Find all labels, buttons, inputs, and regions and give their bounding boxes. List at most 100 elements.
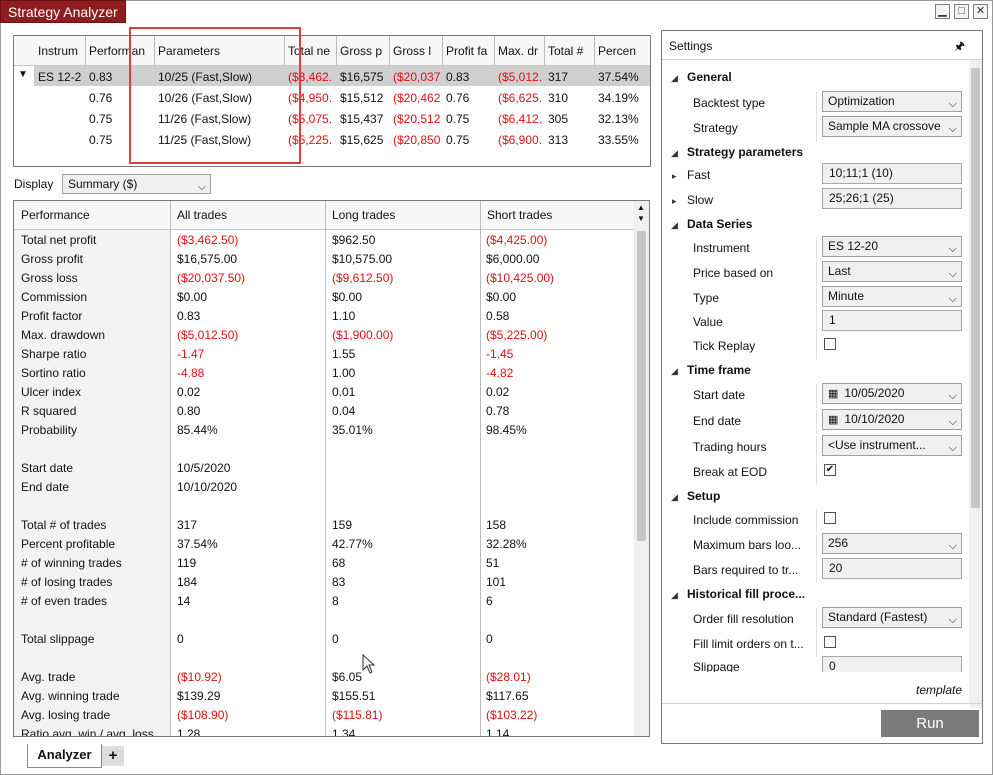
summary-all-trades: ($10.92): [177, 670, 222, 684]
summary-long-trades: ($115.81): [332, 708, 383, 722]
maximize-icon[interactable]: □: [954, 4, 969, 19]
summary-row: # of even trades 14 8 6: [14, 593, 634, 612]
collapse-arrow-icon[interactable]: ◢: [671, 148, 678, 159]
grid-cell-gross-loss: ($20,462: [393, 91, 440, 105]
slow-field[interactable]: 25;26;1 (25): [822, 188, 962, 209]
grid-column-header[interactable]: Percen: [598, 44, 648, 58]
summary-row-label: Sortino ratio: [21, 366, 86, 380]
scroll-up-icon[interactable]: ▲: [637, 203, 645, 212]
grid-cell-max-dd: ($5,012.: [498, 70, 542, 84]
pin-icon[interactable]: 🖈: [954, 37, 965, 58]
summary-short-trades: 0.02: [486, 385, 510, 399]
grid-row[interactable]: 0.76 10/26 (Fast,Slow) ($4,950. $15,512 ($20…: [14, 87, 650, 108]
summary-row: Commission $0.00 $0.00 $0.00: [14, 289, 634, 308]
collapse-arrow-icon[interactable]: ◢: [671, 220, 678, 231]
value-field[interactable]: 1: [822, 310, 962, 331]
optimization-results-grid: Instrum Performan Parameters Total ne Gross …: [13, 35, 651, 167]
grid-column-header[interactable]: Profit fa: [446, 44, 492, 58]
minimize-icon[interactable]: ▁: [935, 4, 950, 19]
summary-column-header[interactable]: All trades: [177, 208, 227, 222]
summary-row: Percent profitable 37.54% 42.77% 32.28%: [14, 536, 634, 555]
section-time-frame[interactable]: Time frame: [687, 363, 751, 377]
grid-cell-gross-loss: ($20,037: [393, 70, 440, 84]
slippage-row-clip: Slippage 0: [662, 655, 968, 672]
summary-short-trades: -4.82: [486, 366, 514, 380]
include-commission-checkbox[interactable]: [824, 512, 836, 524]
slippage-field[interactable]: 0: [822, 656, 962, 672]
chevron-down-icon: ⌵: [948, 268, 957, 280]
summary-column-header[interactable]: Long trades: [332, 208, 395, 222]
summary-short-trades: $0.00: [486, 290, 517, 304]
section-strategy-parameters[interactable]: Strategy parameters: [687, 145, 803, 159]
field-divider: [816, 92, 817, 116]
summary-row-label: R squared: [21, 404, 77, 418]
summary-column-header[interactable]: Short trades: [487, 208, 552, 222]
scroll-down-icon[interactable]: ▼: [637, 214, 645, 223]
grid-column-header[interactable]: Instrum: [38, 44, 83, 58]
field-divider: [816, 287, 817, 311]
collapse-arrow-icon[interactable]: ◢: [671, 73, 678, 84]
grid-row[interactable]: 0.75 11/25 (Fast,Slow) ($5,225. $15,625 ($20…: [14, 129, 650, 150]
section-data-series[interactable]: Data Series: [687, 217, 752, 231]
fast-field[interactable]: 10;11;1 (10): [822, 163, 962, 184]
grid-column-header[interactable]: Gross l: [393, 44, 440, 58]
calendar-icon: ▦: [828, 388, 839, 400]
end-date-picker[interactable]: ▦ 10/10/2020 ⌵: [822, 409, 962, 430]
tick-replay-checkbox[interactable]: [824, 338, 836, 350]
summary-column-header[interactable]: Performance: [21, 208, 90, 222]
break-at-eod-checkbox[interactable]: ✔: [824, 464, 836, 476]
start-date-picker[interactable]: ▦ 10/05/2020 ⌵: [822, 383, 962, 404]
summary-all-trades: 0.83: [177, 309, 201, 323]
summary-short-trades: 0.58: [486, 309, 510, 323]
fill-limit-orders-checkbox[interactable]: [824, 636, 836, 648]
price-based-on-select-value: Last: [828, 264, 851, 278]
expand-arrow-icon[interactable]: ▸: [672, 196, 677, 207]
summary-short-trades: 158: [486, 518, 507, 532]
instrument-select[interactable]: ES 12-20 ⌵: [822, 236, 962, 257]
grid-row[interactable]: ES 12-2 0.83 10/25 (Fast,Slow) ($3,462. $16,…: [14, 66, 650, 87]
summary-all-trades: 85.44%: [177, 423, 218, 437]
collapse-arrow-icon[interactable]: ◢: [671, 590, 678, 601]
type-label: Type: [693, 291, 720, 305]
order-fill-resolution-select[interactable]: Standard (Fastest) ⌵: [822, 607, 962, 628]
slow-label: Slow: [687, 193, 714, 207]
template-label[interactable]: template: [916, 683, 962, 697]
section-general[interactable]: General: [687, 70, 732, 84]
collapse-arrow-icon[interactable]: ◢: [671, 492, 678, 503]
window-title: Strategy Analyzer: [0, 0, 126, 23]
bars-required-field[interactable]: 20: [822, 558, 962, 579]
maximum-bars-lookback-select[interactable]: 256 ⌵: [822, 533, 962, 554]
summary-scroll-thumb[interactable]: [637, 231, 646, 541]
grid-column-header[interactable]: Max. dr: [498, 44, 542, 58]
section-historical-fill[interactable]: Historical fill proce...: [687, 587, 805, 601]
field-divider: [816, 335, 817, 359]
settings-scrollbar[interactable]: [969, 60, 982, 708]
collapse-arrow-icon[interactable]: ◢: [671, 366, 678, 377]
summary-scrollbar[interactable]: ▲ ▼: [634, 201, 649, 736]
tick-replay-label: Tick Replay: [693, 339, 756, 353]
tab-analyzer[interactable]: Analyzer: [27, 744, 102, 768]
grid-column-header[interactable]: Total #: [548, 44, 592, 58]
display-select[interactable]: Summary ($) ⌵: [62, 174, 211, 194]
summary-row-label: Max. drawdown: [21, 328, 106, 342]
backtest-type-select[interactable]: Optimization ⌵: [822, 91, 962, 112]
grid-row[interactable]: 0.75 11/26 (Fast,Slow) ($5,075. $15,437 ($20…: [14, 108, 650, 129]
summary-row-label: Total # of trades: [21, 518, 107, 532]
grid-cell-total-trades: 310: [548, 91, 569, 105]
grid-cell-profit-factor: 0.75: [446, 133, 470, 147]
section-setup[interactable]: Setup: [687, 489, 720, 503]
chevron-down-icon: ⌵: [948, 243, 957, 255]
summary-long-trades: ($9,612.50): [332, 271, 394, 285]
add-tab-button[interactable]: +: [102, 746, 124, 766]
strategy-select[interactable]: Sample MA crossove ⌵: [822, 116, 962, 137]
expand-arrow-icon[interactable]: ▸: [672, 171, 677, 182]
close-icon[interactable]: ✕: [973, 4, 988, 19]
settings-scroll-thumb[interactable]: [971, 68, 980, 508]
grid-column-header[interactable]: Gross p: [340, 44, 387, 58]
type-select[interactable]: Minute ⌵: [822, 286, 962, 307]
price-based-on-label: Price based on: [693, 266, 774, 280]
run-button[interactable]: Run: [881, 710, 979, 737]
trading-hours-select[interactable]: <Use instrument... ⌵: [822, 435, 962, 456]
price-based-on-select[interactable]: Last ⌵: [822, 261, 962, 282]
summary-row: Start date 10/5/2020: [14, 460, 634, 479]
